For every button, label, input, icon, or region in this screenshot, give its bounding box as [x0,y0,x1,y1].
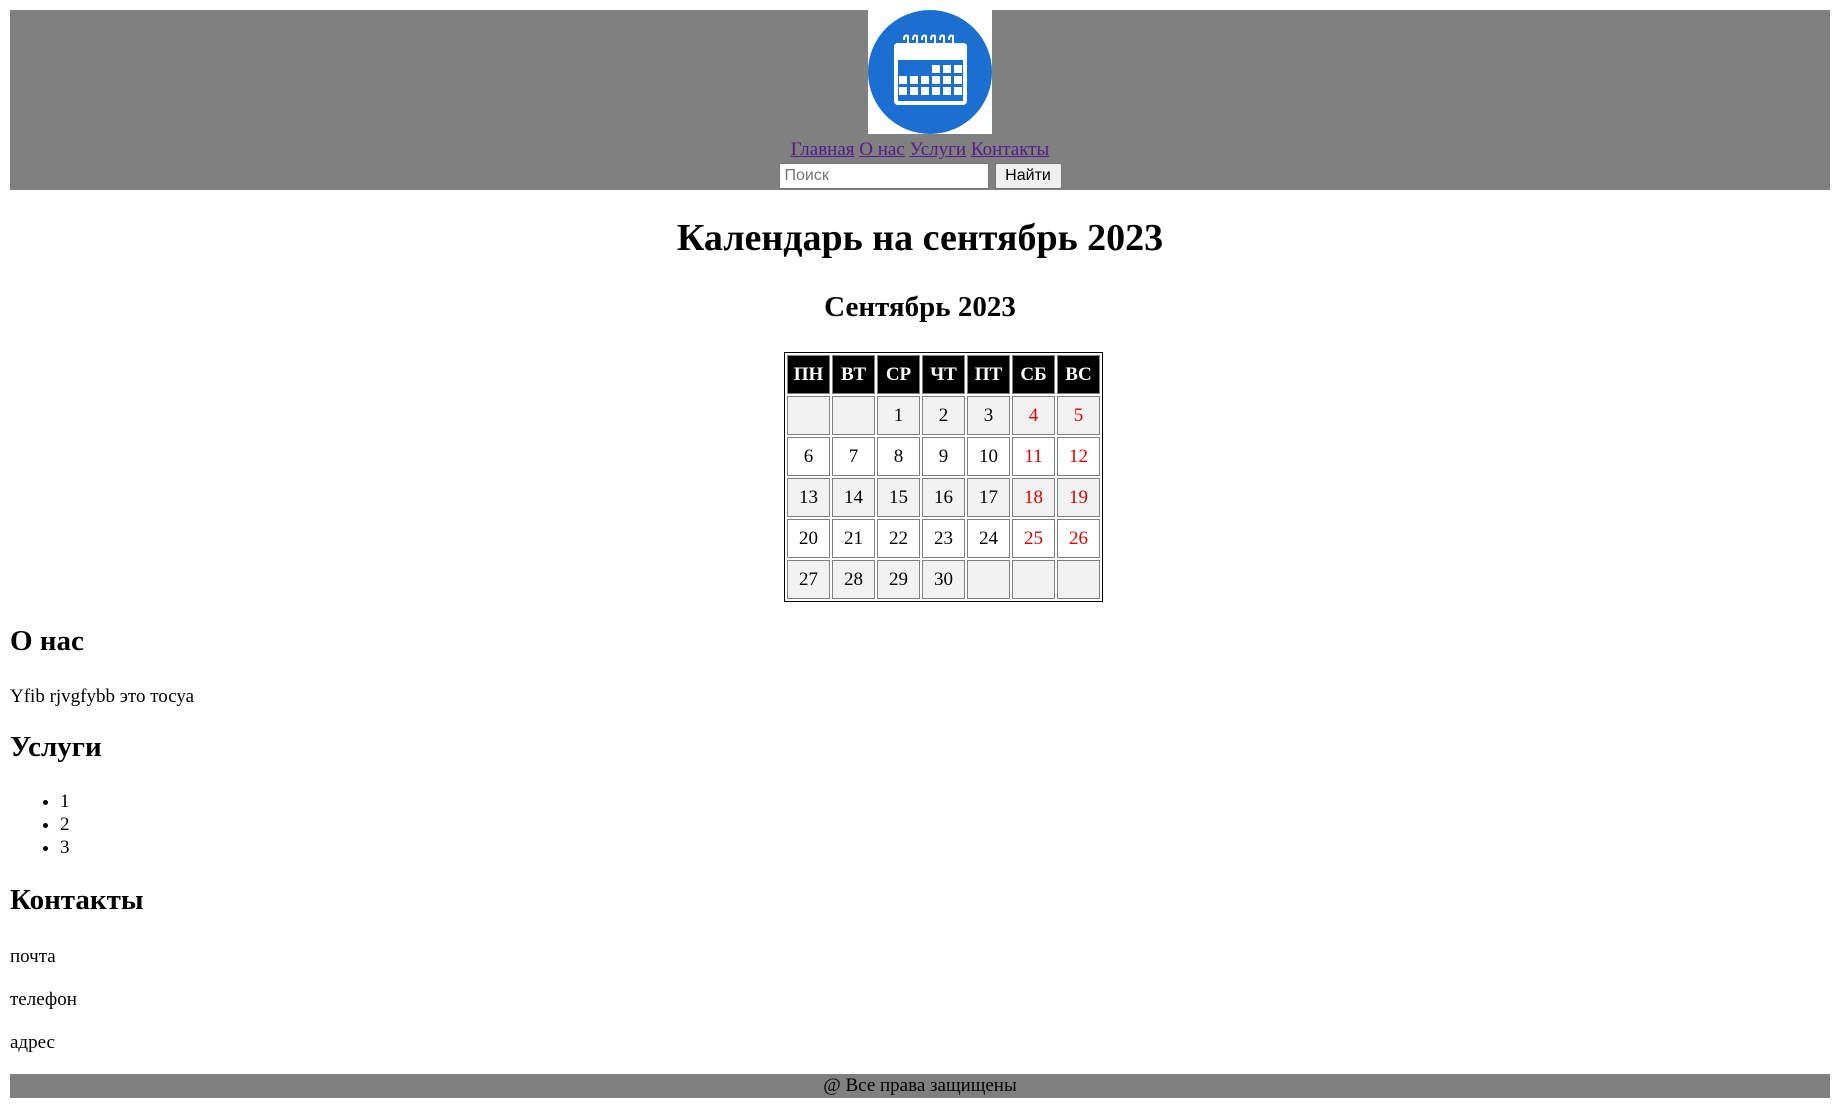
page: Главная О нас Услуги Контакты Найти Кале… [10,10,1830,1098]
about-text: Yfib rjvgfybb это тосуа [10,686,195,707]
day-cell: 17 [967,478,1010,517]
nav-link-services[interactable]: Услуги [910,139,967,160]
contacts-heading: Контакты [10,884,144,916]
day-cell: 3 [967,396,1010,435]
site-footer: @ Все права защищены [10,1074,1830,1098]
weekday-header: ПН [787,355,830,394]
day-cell: 9 [922,437,965,476]
nav-link-about[interactable]: О нас [859,139,905,160]
day-cell-weekend: 25 [1012,519,1055,558]
calendar: ПН ВТ СР ЧТ ПТ СБ ВС 1 2 3 4 5 6 7 8 9 1… [784,352,1103,602]
week-row: 1 2 3 4 5 [787,396,1100,435]
day-cell-weekend [1057,560,1100,599]
weekday-header-row: ПН ВТ СР ЧТ ПТ СБ ВС [787,355,1100,394]
day-cell: 27 [787,560,830,599]
list-item: 1 [60,790,70,813]
day-cell-weekend: 18 [1012,478,1055,517]
day-cell [787,396,830,435]
list-item: 3 [60,836,70,859]
weekday-header: ВС [1057,355,1100,394]
day-cell: 24 [967,519,1010,558]
site-header: Главная О нас Услуги Контакты Найти [10,10,1830,190]
copyright-text: @ Все права защищены [823,1075,1017,1096]
calendar-icon [868,10,992,134]
day-cell: 20 [787,519,830,558]
logo [868,10,992,134]
day-cell: 22 [877,519,920,558]
weekday-header: ВТ [832,355,875,394]
day-cell-weekend: 4 [1012,396,1055,435]
week-row: 13 14 15 16 17 18 19 [787,478,1100,517]
day-cell: 13 [787,478,830,517]
main-nav: Главная О нас Услуги Контакты [10,139,1830,161]
day-cell-weekend: 5 [1057,396,1100,435]
day-cell [967,560,1010,599]
day-cell: 2 [922,396,965,435]
week-row: 6 7 8 9 10 11 12 [787,437,1100,476]
day-cell-weekend: 26 [1057,519,1100,558]
day-cell: 29 [877,560,920,599]
day-cell: 28 [832,560,875,599]
contact-address: адрес [10,1032,55,1053]
nav-link-contacts[interactable]: Контакты [971,139,1049,160]
weekday-header: ПТ [967,355,1010,394]
contact-email: почта [10,946,56,967]
weekday-header: СБ [1012,355,1055,394]
day-cell: 6 [787,437,830,476]
day-cell-weekend: 11 [1012,437,1055,476]
contact-phone: телефон [10,989,77,1010]
search-button[interactable]: Найти [994,163,1062,189]
day-cell: 8 [877,437,920,476]
day-cell: 1 [877,396,920,435]
services-heading: Услуги [10,731,102,763]
weekday-header: СР [877,355,920,394]
search-input[interactable] [778,163,989,189]
day-cell-weekend: 19 [1057,478,1100,517]
weekday-header: ЧТ [922,355,965,394]
day-cell: 14 [832,478,875,517]
nav-link-home[interactable]: Главная [791,139,855,160]
calendar-table: ПН ВТ СР ЧТ ПТ СБ ВС 1 2 3 4 5 6 7 8 9 1… [784,352,1103,602]
month-title: Сентябрь 2023 [824,291,1016,323]
day-cell: 15 [877,478,920,517]
search-form: Найти [10,163,1830,189]
day-cell: 30 [922,560,965,599]
day-cell: 16 [922,478,965,517]
day-cell: 10 [967,437,1010,476]
day-cell [832,396,875,435]
week-row: 20 21 22 23 24 25 26 [787,519,1100,558]
page-title: Календарь на сентябрь 2023 [676,217,1164,259]
day-cell: 7 [832,437,875,476]
day-cell: 21 [832,519,875,558]
day-cell-weekend: 12 [1057,437,1100,476]
day-cell: 23 [922,519,965,558]
about-heading: О нас [10,625,84,657]
week-row: 27 28 29 30 [787,560,1100,599]
services-list: 1 2 3 [10,790,70,859]
list-item: 2 [60,813,70,836]
day-cell-weekend [1012,560,1055,599]
